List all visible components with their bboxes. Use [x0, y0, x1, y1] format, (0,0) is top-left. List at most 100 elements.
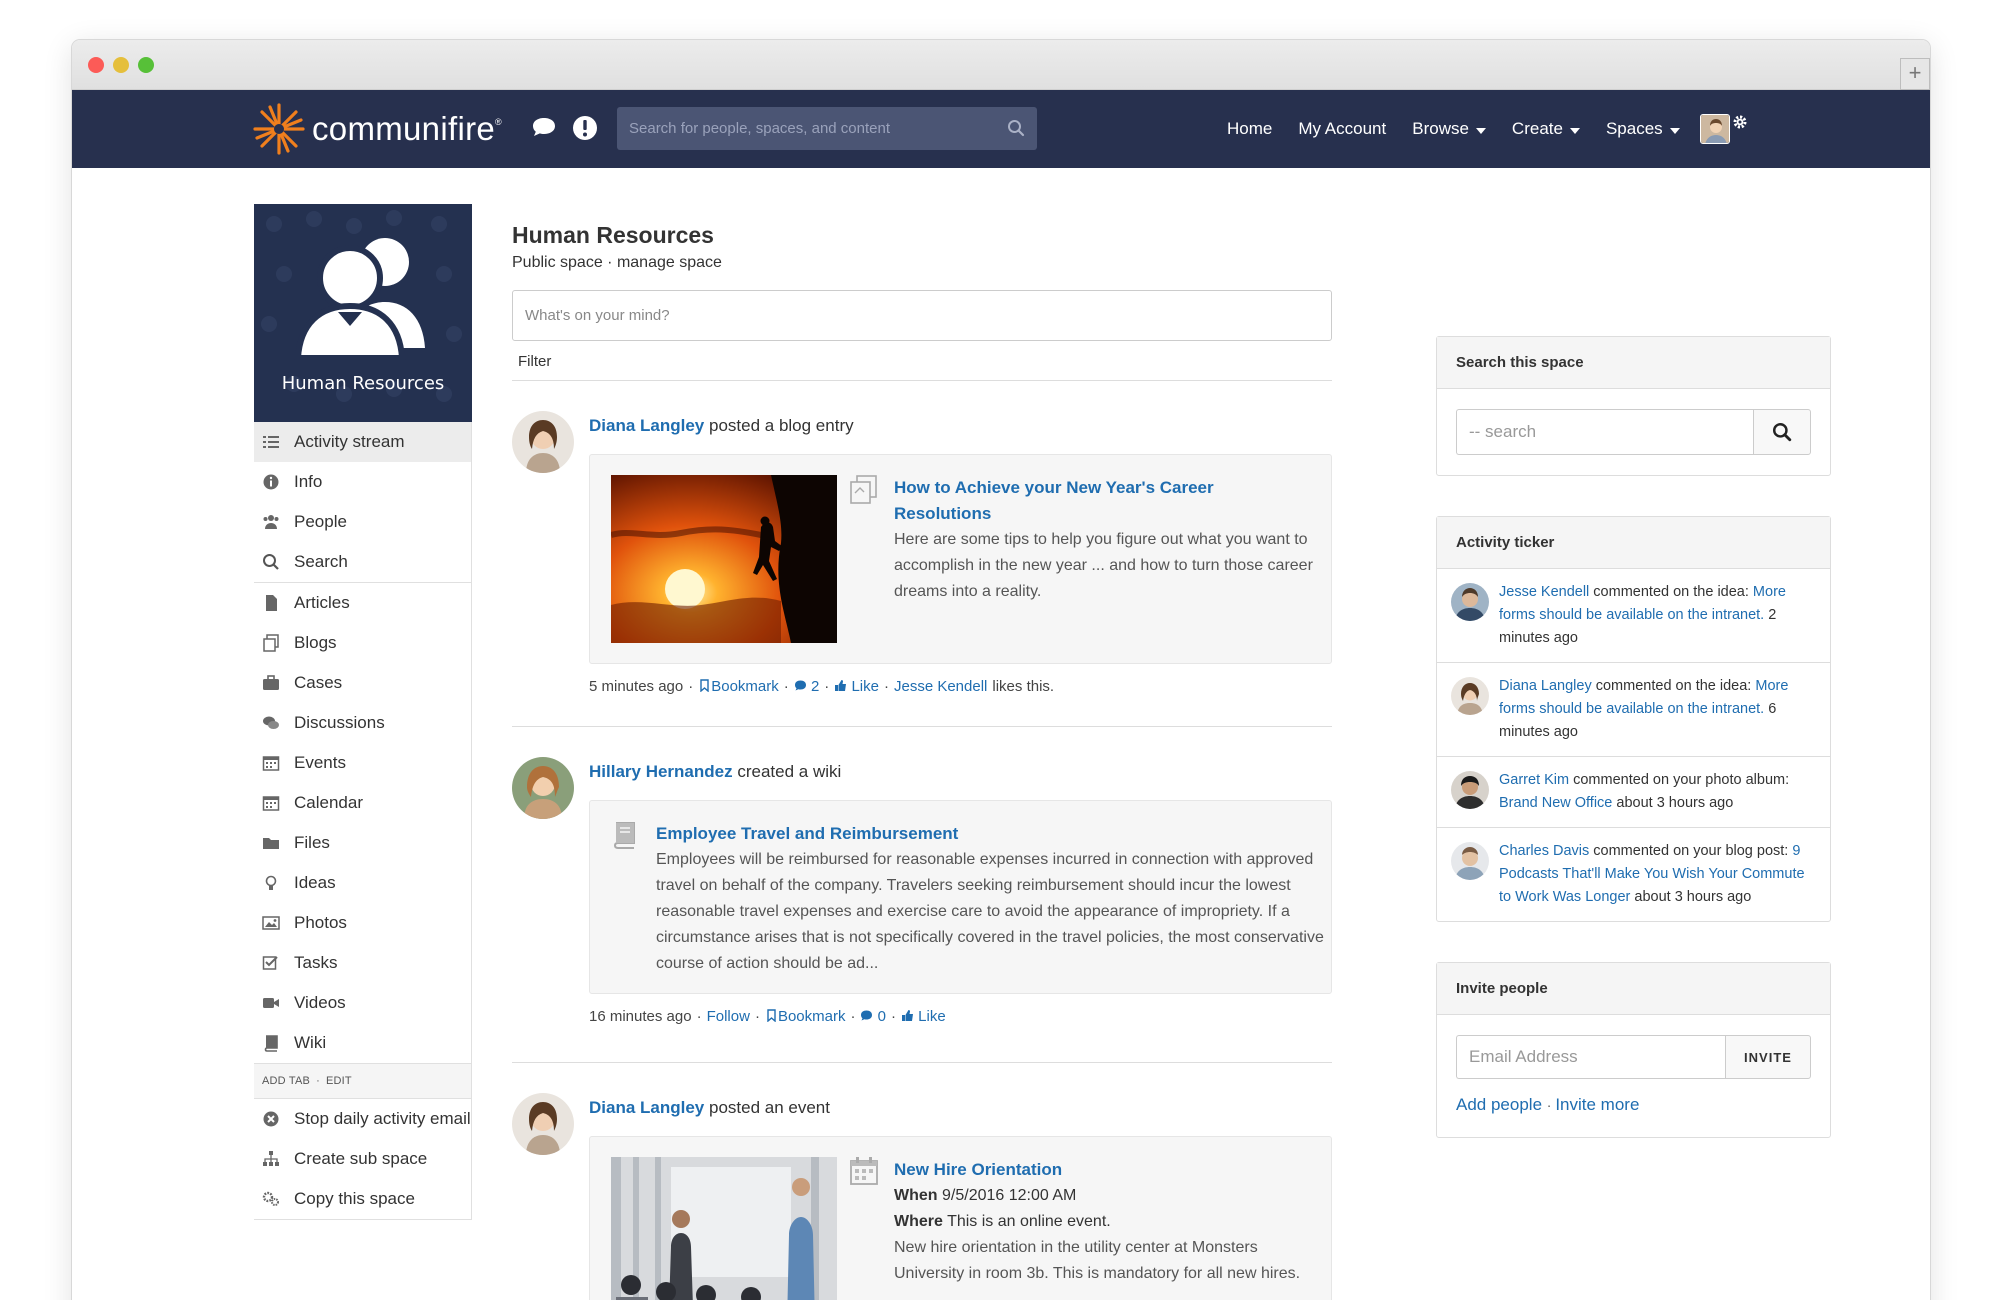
avatar[interactable] [1451, 771, 1489, 809]
menu-create[interactable]: Create [1512, 119, 1580, 139]
global-search[interactable] [617, 107, 1037, 150]
user-link[interactable]: Charles Davis [1499, 843, 1589, 859]
post-title-link[interactable]: How to Achieve your New Year's Career Re… [894, 475, 1314, 527]
chat-icon[interactable] [530, 114, 558, 142]
bookmark-link[interactable]: Bookmark [698, 678, 779, 695]
like-button[interactable]: Like [901, 1008, 946, 1025]
space-search-input[interactable] [1456, 409, 1753, 455]
create-sub-space-action[interactable]: Create sub space [254, 1139, 471, 1179]
alert-icon[interactable] [571, 114, 599, 142]
page-title: Human Resources [512, 222, 714, 248]
sidebar-item-label: Activity stream [294, 432, 405, 451]
sidebar-item-ideas[interactable]: Ideas [254, 863, 471, 903]
user-avatar[interactable] [1700, 114, 1730, 144]
sidebar-item-label: Info [294, 472, 323, 491]
author-link[interactable]: Diana Langley [589, 1098, 704, 1117]
menu-browse[interactable]: Browse [1412, 119, 1486, 139]
space-tile[interactable]: Human Resources [254, 204, 472, 422]
stop-daily-email-action[interactable]: Stop daily activity email [254, 1099, 471, 1139]
like-button[interactable]: Like [834, 678, 879, 695]
sidebar-item-search[interactable]: Search [254, 542, 471, 582]
user-link[interactable]: Garret Kim [1499, 772, 1569, 788]
wiki-book-icon [613, 822, 635, 849]
sidebar-item-wiki[interactable]: Wiki [254, 1023, 471, 1063]
maximize-window-button[interactable] [138, 57, 154, 73]
avatar[interactable] [512, 411, 574, 473]
orientation-photo [611, 1157, 837, 1300]
panel-title: Invite people [1437, 963, 1830, 1015]
comments-link[interactable]: 0 [860, 1008, 886, 1025]
sidebar-item-label: Wiki [294, 1033, 327, 1052]
blog-card[interactable]: How to Achieve your New Year's Career Re… [589, 454, 1332, 664]
edit-tabs-link[interactable]: EDIT [326, 1075, 352, 1087]
avatar[interactable] [1451, 842, 1489, 880]
event-card[interactable]: New Hire Orientation When 9/5/2016 12:00… [589, 1136, 1332, 1300]
follow-link[interactable]: Follow [707, 1008, 750, 1025]
avatar[interactable] [512, 757, 574, 819]
close-window-button[interactable] [88, 57, 104, 73]
copy-space-action[interactable]: Copy this space [254, 1179, 471, 1219]
post-title-link[interactable]: New Hire Orientation [894, 1157, 1314, 1183]
sidebar-item-people[interactable]: People [254, 502, 471, 542]
activity-main: Human Resources Public space · manage sp… [512, 222, 1332, 1300]
sidebar-item-discussions[interactable]: Discussions [254, 703, 471, 743]
panel-title: Activity ticker [1437, 517, 1830, 569]
brand-logo[interactable]: communifire ® [252, 100, 502, 158]
user-link[interactable]: Diana Langley [1499, 678, 1592, 694]
sidebar-item-info[interactable]: Info [254, 462, 471, 502]
add-people-link[interactable]: Add people [1456, 1095, 1542, 1114]
sidebar-item-activity-stream[interactable]: Activity stream [254, 422, 471, 462]
wiki-card[interactable]: Employee Travel and Reimbursement Employ… [589, 800, 1332, 994]
chevron-down-icon [1475, 127, 1486, 134]
settings-gear-icon[interactable] [1732, 114, 1748, 130]
sidebar-item-calendar[interactable]: Calendar [254, 783, 471, 823]
minimize-window-button[interactable] [113, 57, 129, 73]
comments-link[interactable]: 2 [794, 678, 819, 695]
panel-title: Search this space [1437, 337, 1830, 389]
status-input[interactable] [513, 291, 1331, 340]
calendar-icon [850, 1157, 878, 1185]
briefcase-icon [263, 675, 279, 690]
user-link[interactable]: Jesse Kendell [1499, 584, 1589, 600]
target-link[interactable]: Brand New Office [1499, 795, 1612, 811]
menu-spaces[interactable]: Spaces [1606, 119, 1680, 139]
sidebar-item-tasks[interactable]: Tasks [254, 943, 471, 983]
post-meta: 5 minutes ago · Bookmark · 2 · Like · Je… [589, 678, 1055, 695]
gears-icon [262, 1191, 279, 1206]
invite-button[interactable]: INVITE [1725, 1035, 1811, 1079]
sunset-climber-image [611, 475, 837, 643]
bookmark-link[interactable]: Bookmark [765, 1008, 845, 1025]
post-title-link[interactable]: Employee Travel and Reimbursement [656, 821, 1356, 847]
search-icon[interactable] [1007, 119, 1025, 137]
email-field[interactable] [1456, 1035, 1725, 1079]
author-link[interactable]: Hillary Hernandez [589, 762, 733, 781]
comments-icon [263, 716, 279, 729]
status-composer[interactable] [512, 290, 1332, 341]
sidebar-item-events[interactable]: Events [254, 743, 471, 783]
author-link[interactable]: Diana Langley [589, 416, 704, 435]
global-search-input[interactable] [617, 107, 987, 150]
space-subtitle[interactable]: Public space · manage space [512, 254, 1332, 272]
thumbs-up-icon [835, 680, 847, 691]
menu-home[interactable]: Home [1227, 119, 1272, 139]
avatar[interactable] [512, 1093, 574, 1155]
invite-more-link[interactable]: Invite more [1555, 1095, 1639, 1114]
book-icon [264, 1035, 278, 1052]
filter-toggle[interactable]: Filter [512, 341, 1332, 381]
list-icon [263, 436, 279, 448]
new-tab-button[interactable]: + [1900, 58, 1930, 90]
space-search [1456, 409, 1811, 455]
menu-my-account[interactable]: My Account [1298, 119, 1386, 139]
sidebar-item-files[interactable]: Files [254, 823, 471, 863]
sidebar-item-blogs[interactable]: Blogs [254, 623, 471, 663]
sidebar-item-videos[interactable]: Videos [254, 983, 471, 1023]
avatar[interactable] [1451, 677, 1489, 715]
sidebar-item-articles[interactable]: Articles [254, 583, 471, 623]
sidebar-item-photos[interactable]: Photos [254, 903, 471, 943]
sidebar-item-cases[interactable]: Cases [254, 663, 471, 703]
avatar[interactable] [1451, 583, 1489, 621]
space-search-button[interactable] [1753, 409, 1811, 455]
liker-link[interactable]: Jesse Kendell [894, 678, 987, 695]
add-tab-link[interactable]: ADD TAB [262, 1075, 310, 1087]
ticker-text: Jesse Kendell commented on the idea: Mor… [1499, 584, 1786, 646]
